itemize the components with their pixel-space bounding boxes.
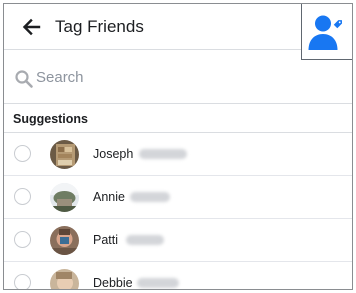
- friend-name: Annie: [93, 190, 125, 204]
- avatar: [50, 269, 79, 289]
- friend-row[interactable]: Annie: [4, 176, 352, 219]
- page-title: Tag Friends: [55, 17, 144, 36]
- friend-row[interactable]: Patti: [4, 219, 352, 262]
- suggestions-header: Suggestions: [4, 104, 352, 133]
- avatar: [50, 226, 79, 255]
- person-tag-icon: [308, 15, 344, 50]
- redacted-last-name: [139, 149, 187, 159]
- search-icon: [15, 70, 33, 88]
- friend-name: Joseph: [93, 147, 134, 161]
- friend-row[interactable]: Joseph: [4, 133, 352, 176]
- select-radio[interactable]: [14, 188, 31, 205]
- suggestions-title: Suggestions: [13, 112, 89, 126]
- friend-row[interactable]: Debbie: [4, 262, 352, 290]
- avatar: [50, 183, 79, 212]
- select-radio[interactable]: [14, 274, 31, 289]
- redacted-last-name: [137, 278, 179, 288]
- avatar: [50, 140, 79, 169]
- back-button[interactable]: [18, 14, 44, 40]
- redacted-last-name: [126, 235, 164, 245]
- select-radio[interactable]: [14, 231, 31, 248]
- header-bar: Tag Friends: [4, 4, 352, 50]
- friend-list: Joseph Annie Patti Debbie: [4, 133, 352, 290]
- redacted-last-name: [130, 192, 170, 202]
- friend-name: Debbie: [93, 276, 133, 290]
- arrow-left-icon: [22, 18, 41, 36]
- search-input[interactable]: [36, 65, 326, 89]
- select-radio[interactable]: [14, 145, 31, 162]
- tag-friends-screen: Tag Friends Suggestions: [3, 3, 353, 290]
- search-bar: [4, 50, 352, 104]
- friend-name: Patti: [93, 233, 119, 247]
